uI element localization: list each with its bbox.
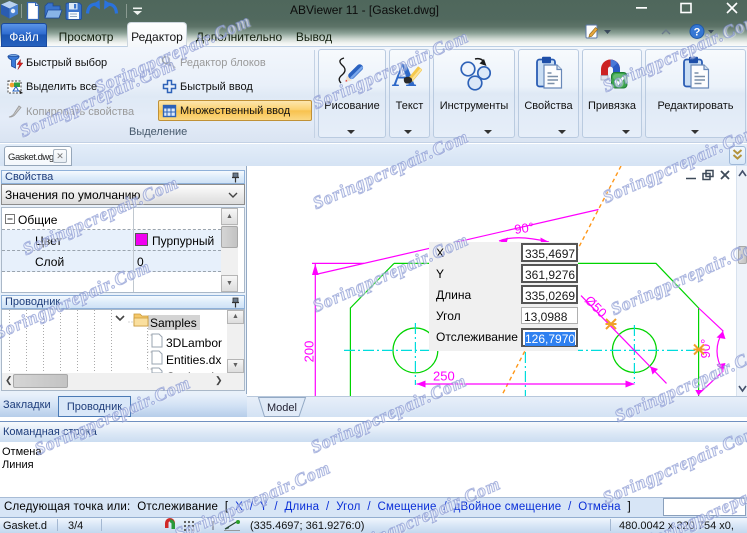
svg-text:Ø50: Ø50 [582, 293, 610, 321]
svg-text:Model: Model [267, 402, 297, 414]
svg-text:90°: 90° [513, 219, 535, 237]
svg-text:250: 250 [433, 369, 455, 384]
svg-text:?: ? [694, 27, 701, 39]
svg-text:200: 200 [302, 341, 317, 363]
